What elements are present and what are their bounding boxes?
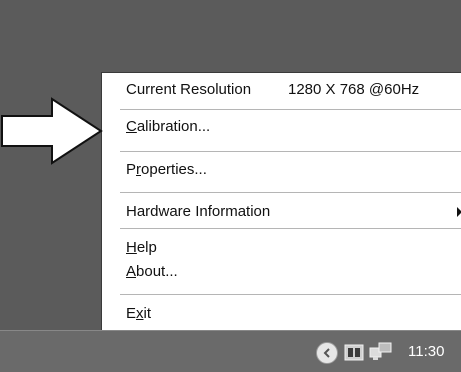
exit-label-pre: E xyxy=(126,305,137,322)
menu-separator xyxy=(120,192,461,193)
about-label: About... xyxy=(126,263,178,280)
menu-separator xyxy=(120,151,461,152)
display-settings-icon[interactable] xyxy=(344,344,364,361)
clock[interactable]: 11:30 xyxy=(408,343,444,360)
menu-item-hardware-information[interactable]: Hardware Information xyxy=(102,203,461,225)
properties-label-rest: operties... xyxy=(141,161,207,178)
help-label: Help xyxy=(126,239,157,256)
menu-item-current-resolution: Current Resolution 1280 X 768 @60Hz xyxy=(102,81,461,103)
menu-separator xyxy=(120,228,461,229)
about-mnemonic: A xyxy=(126,263,137,280)
properties-label-pre: P xyxy=(126,161,137,178)
right-arrow-icon xyxy=(1,97,103,165)
help-label-rest: elp xyxy=(136,239,157,256)
taskbar: 11:30 xyxy=(0,330,461,372)
network-icon[interactable] xyxy=(369,342,393,362)
menu-item-about[interactable]: About... xyxy=(102,263,461,285)
menu-item-exit[interactable]: Exit xyxy=(102,305,461,327)
properties-label: Properties... xyxy=(126,161,207,178)
calibration-label: Calibration... xyxy=(126,118,210,135)
menu-separator xyxy=(120,294,461,295)
submenu-arrow-icon xyxy=(457,207,461,217)
hardware-information-label: Hardware Information xyxy=(126,203,271,220)
menu-item-properties[interactable]: Properties... xyxy=(102,161,461,183)
calibration-label-rest: alibration... xyxy=(136,118,211,135)
menu-item-calibration[interactable]: Calibration... xyxy=(102,118,461,140)
menu-separator xyxy=(120,109,461,110)
calibration-mnemonic: C xyxy=(126,118,137,135)
help-mnemonic: H xyxy=(126,239,137,256)
chevron-left-icon[interactable] xyxy=(316,342,338,364)
exit-label: Exit xyxy=(126,305,151,322)
exit-mnemonic: x xyxy=(136,305,144,322)
current-resolution-value: 1280 X 768 @60Hz xyxy=(288,81,420,98)
exit-label-rest: it xyxy=(143,305,152,322)
menu-item-help[interactable]: Help xyxy=(102,239,461,261)
context-menu: Current Resolution 1280 X 768 @60Hz Cali… xyxy=(101,72,461,331)
current-resolution-label: Current Resolution xyxy=(126,81,252,98)
about-label-rest: bout... xyxy=(136,263,178,280)
